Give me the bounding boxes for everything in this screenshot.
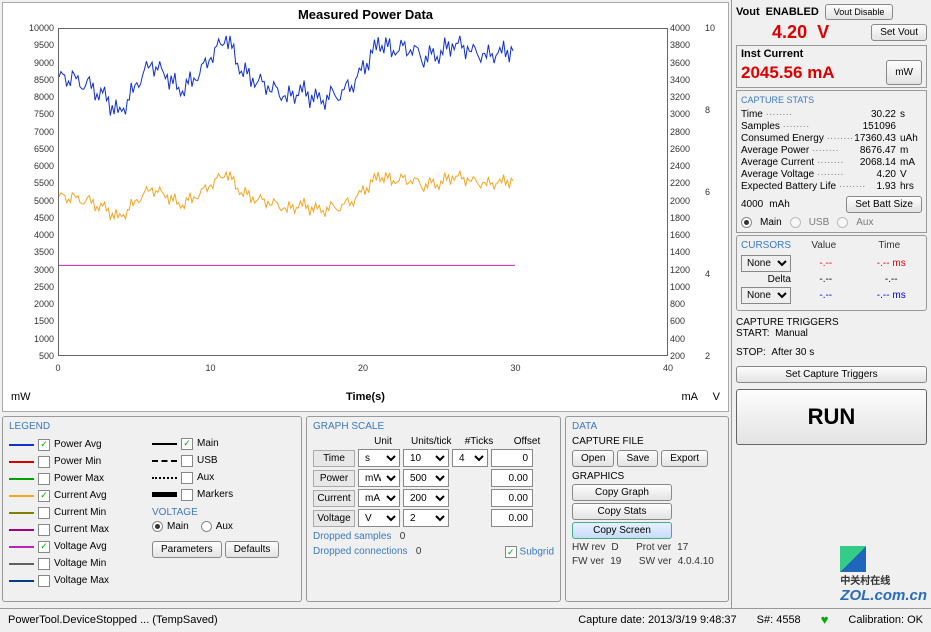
subgrid-checkbox[interactable]	[505, 546, 517, 558]
gs-power-offset[interactable]	[491, 469, 533, 487]
src-aux-radio[interactable]	[837, 217, 848, 228]
capture-date: Capture date: 2013/3/19 9:48:37	[578, 614, 736, 626]
plot-area[interactable]	[58, 28, 668, 356]
right-unit-v: V	[713, 391, 720, 403]
copy-screen-button[interactable]: Copy Screen	[572, 522, 672, 539]
gs-power-upt[interactable]: 500	[403, 469, 449, 487]
legend-cb-power-avg[interactable]	[38, 439, 50, 451]
gs-current-upt[interactable]: 200	[403, 489, 449, 507]
parameters-button[interactable]: Parameters	[152, 541, 222, 558]
graphscale-panel: GRAPH SCALE Unit Units/tick #Ticks Offse…	[306, 416, 561, 602]
open-button[interactable]: Open	[572, 450, 614, 467]
x-axis-label: Time(s)	[346, 391, 385, 403]
legend-cb-power-max[interactable]	[38, 473, 50, 485]
data-panel: DATA CAPTURE FILE Open Save Export GRAPH…	[565, 416, 729, 602]
y-axis-right-ma: 2004006008001000120014001600180020002200…	[668, 28, 698, 356]
export-button[interactable]: Export	[661, 450, 708, 467]
gs-time-ticks[interactable]: 4	[452, 449, 488, 467]
x-axis: 010203040	[58, 361, 668, 386]
gs-current-unit[interactable]: mA	[358, 489, 400, 507]
copy-graph-button[interactable]: Copy Graph	[572, 484, 672, 501]
voltage-main-radio[interactable]	[152, 521, 163, 532]
left-unit: mW	[11, 391, 31, 403]
legend-cb-markers[interactable]	[181, 489, 193, 501]
legend-title: LEGEND	[9, 421, 152, 432]
legend-cb-power-min[interactable]	[38, 456, 50, 468]
cursors-panel: CURSORSValueTime None -.-- -.-- ms Delta…	[736, 235, 927, 311]
inst-current-box: Inst Current 2045.56 mA mW	[736, 45, 927, 88]
voltage-group-label: VOLTAGE	[152, 507, 295, 518]
heart-icon: ♥	[821, 612, 829, 627]
gs-current-offset[interactable]	[491, 489, 533, 507]
save-button[interactable]: Save	[617, 450, 658, 467]
calibration-status: Calibration: OK	[848, 614, 923, 626]
legend-cb-voltage-avg[interactable]	[38, 541, 50, 553]
vout-disable-button[interactable]: Vout Disable	[825, 4, 894, 20]
legend-cb-current-max[interactable]	[38, 524, 50, 536]
cursor1-select[interactable]: None	[741, 255, 791, 272]
gs-voltage-upt[interactable]: 2	[403, 509, 449, 527]
status-bar: PowerTool.DeviceStopped ... (TempSaved) …	[0, 608, 931, 630]
gs-time-unit[interactable]: s	[358, 449, 400, 467]
legend-cb-main[interactable]	[181, 438, 193, 450]
legend-cb-current-avg[interactable]	[38, 490, 50, 502]
legend-cb-current-min[interactable]	[38, 507, 50, 519]
capture-stats: CAPTURE STATS Time ········30.22sSamples…	[736, 90, 927, 233]
vout-enabled: ENABLED	[766, 6, 819, 18]
capture-triggers-title: CAPTURE TRIGGERS	[736, 317, 927, 328]
chart-title: Measured Power Data	[3, 3, 728, 26]
gs-power-unit[interactable]: mW	[358, 469, 400, 487]
set-batt-size-button[interactable]: Set Batt Size	[846, 196, 922, 213]
set-vout-button[interactable]: Set Vout	[871, 24, 927, 41]
mw-button[interactable]: mW	[886, 60, 922, 85]
serial-number: S#: 4558	[757, 614, 801, 626]
legend-cb-aux[interactable]	[181, 472, 193, 484]
vout-label: Vout	[736, 6, 760, 18]
legend-cb-voltage-max[interactable]	[38, 575, 50, 587]
copy-stats-button[interactable]: Copy Stats	[572, 503, 672, 520]
right-unit-ma: mA	[682, 391, 699, 403]
legend-panel: LEGEND Power AvgPower MinPower MaxCurren…	[2, 416, 302, 602]
legend-cb-voltage-min[interactable]	[38, 558, 50, 570]
src-usb-radio[interactable]	[790, 217, 801, 228]
y-axis-right-v: 246810	[703, 28, 723, 356]
gs-voltage-unit[interactable]: V	[358, 509, 400, 527]
run-button[interactable]: RUN	[736, 389, 927, 445]
chart: Measured Power Data 50010001500200025003…	[2, 2, 729, 412]
device-status: PowerTool.DeviceStopped ... (TempSaved)	[8, 614, 218, 626]
src-main-radio[interactable]	[741, 217, 752, 228]
legend-cb-usb[interactable]	[181, 455, 193, 467]
gs-time-upt[interactable]: 10	[403, 449, 449, 467]
voltage-aux-radio[interactable]	[201, 521, 212, 532]
gs-time-offset[interactable]	[491, 449, 533, 467]
y-axis-left: 5001000150020002500300035004000450050005…	[21, 28, 56, 356]
defaults-button[interactable]: Defaults	[225, 541, 280, 558]
set-capture-triggers-button[interactable]: Set Capture Triggers	[736, 366, 927, 383]
gs-voltage-offset[interactable]	[491, 509, 533, 527]
cursor2-select[interactable]: None	[741, 287, 791, 304]
